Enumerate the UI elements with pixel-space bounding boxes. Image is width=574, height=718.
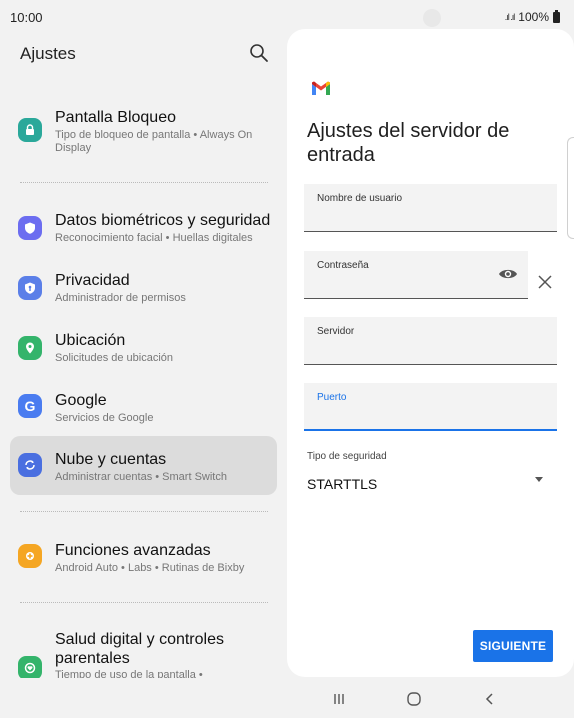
- shield-icon: [18, 216, 42, 240]
- security-type-label: Tipo de seguridad: [307, 451, 387, 462]
- recent-apps-icon: [334, 694, 344, 704]
- settings-item-title: Privacidad: [55, 272, 130, 289]
- username-label: Nombre de usuario: [317, 193, 403, 204]
- gear-plus-icon: [18, 544, 42, 568]
- incoming-server-panel: Ajustes del servidor de entrada Nombre d…: [287, 29, 574, 677]
- page-title: Ajustes: [20, 44, 76, 63]
- settings-item-cloud-accounts[interactable]: Nube y cuentas Administrar cuentas • Sma…: [10, 436, 277, 495]
- divider: [20, 182, 268, 183]
- navigation-bar: [0, 680, 574, 718]
- settings-item-title: Nube y cuentas: [55, 451, 167, 468]
- security-type-select[interactable]: STARTTLS: [307, 476, 377, 492]
- back-icon: [485, 693, 493, 705]
- settings-item-subtitle: Administrador de permisos: [55, 292, 186, 304]
- settings-item-advanced-features[interactable]: Funciones avanzadas Android Auto • Labs …: [10, 536, 277, 582]
- settings-item-subtitle: Servicios de Google: [55, 412, 154, 424]
- recent-apps-button[interactable]: [328, 688, 350, 710]
- settings-item-title: Salud digital y controles parentales: [55, 631, 224, 667]
- battery-icon: [553, 9, 560, 23]
- battery-level: 100%: [518, 10, 549, 24]
- status-time: 10:00: [10, 10, 43, 25]
- settings-item-subtitle: Reconocimiento facial • Huellas digitale…: [55, 232, 253, 244]
- lock-icon: [18, 118, 42, 142]
- next-button[interactable]: SIGUIENTE: [473, 630, 553, 662]
- privacy-icon: [18, 276, 42, 300]
- password-field[interactable]: Contraseña: [304, 251, 528, 299]
- home-icon: [407, 692, 421, 706]
- gmail-logo: [311, 81, 331, 101]
- settings-item-biometrics[interactable]: Datos biométricos y seguridad Reconocimi…: [10, 206, 277, 252]
- settings-item-title: Funciones avanzadas: [55, 542, 211, 559]
- port-field[interactable]: Puerto: [304, 383, 557, 431]
- search-icon: [250, 44, 268, 62]
- settings-item-title: Google: [55, 392, 107, 409]
- close-icon[interactable]: [537, 274, 553, 290]
- settings-item-subtitle: Tiempo de uso de la pantalla •: [55, 669, 203, 678]
- settings-item-subtitle: Solicitudes de ubicación: [55, 352, 174, 364]
- front-camera: [423, 9, 441, 27]
- chevron-down-icon[interactable]: [535, 477, 543, 482]
- google-icon: G: [18, 394, 42, 418]
- settings-item-subtitle: Tipo de bloqueo de pantalla • Always On …: [55, 129, 253, 154]
- home-button[interactable]: [403, 688, 425, 710]
- settings-item-location[interactable]: Ubicación Solicitudes de ubicación: [10, 326, 277, 372]
- settings-item-title: Pantalla Bloqueo: [55, 109, 176, 126]
- port-label: Puerto: [317, 392, 347, 403]
- settings-item-title: Ubicación: [55, 332, 126, 349]
- signal-icon: .ıl .ıl: [504, 12, 515, 22]
- username-field[interactable]: Nombre de usuario: [304, 184, 557, 232]
- sync-icon: [18, 453, 42, 477]
- settings-item-title: Datos biométricos y seguridad: [55, 212, 271, 229]
- settings-item-digital-wellbeing[interactable]: Salud digital y controles parentales Tie…: [10, 626, 277, 678]
- back-button[interactable]: [479, 688, 501, 710]
- divider: [20, 602, 268, 603]
- wellbeing-icon: [18, 656, 42, 678]
- search-button[interactable]: [248, 42, 270, 64]
- settings-item-subtitle: Administrar cuentas • Smart Switch: [55, 471, 227, 483]
- server-field[interactable]: Servidor: [304, 317, 557, 365]
- edge-panel-handle[interactable]: [567, 137, 574, 239]
- divider: [20, 511, 268, 512]
- eye-icon[interactable]: [498, 267, 518, 281]
- settings-item-lock-screen[interactable]: Pantalla Bloqueo Tipo de bloqueo de pant…: [10, 104, 277, 164]
- panel-title: Ajustes del servidor de entrada: [307, 120, 510, 166]
- settings-item-subtitle: Android Auto • Labs • Rutinas de Bixby: [55, 562, 245, 574]
- password-label: Contraseña: [317, 260, 369, 271]
- location-icon: [18, 336, 42, 360]
- settings-item-privacy[interactable]: Privacidad Administrador de permisos: [10, 266, 277, 312]
- server-label: Servidor: [317, 326, 355, 337]
- settings-item-google[interactable]: G Google Servicios de Google: [10, 386, 277, 432]
- status-indicators: .ıl .ıl 100%: [504, 9, 560, 24]
